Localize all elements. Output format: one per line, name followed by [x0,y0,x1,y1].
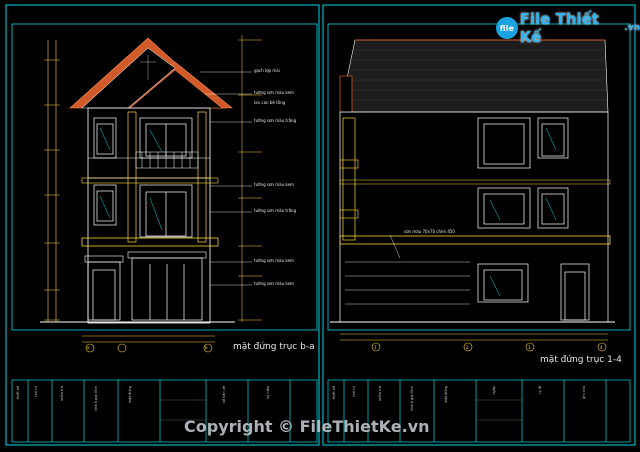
annotation: tường sơn màu trắng [254,118,297,123]
annotation: lan can bê tông [254,100,286,105]
left-sheet-title: mặt đứng trục b-a [233,342,315,352]
filethietke-logo: file File Thiết Kế .vn [496,10,640,46]
annotation: gạch lợp mái [254,68,280,73]
grid-axis-label: 2 [466,345,469,350]
title-block-cell: số bản vẽ [222,386,226,403]
logo-text: File Thiết Kế [519,10,599,46]
cad-viewport[interactable]: file File Thiết Kế .vn gạch lợp mái tườn… [0,0,640,452]
drawing-canvas [5,4,636,446]
title-block-cell: tỷ lệ [538,386,542,394]
title-block-cell: ngày [492,386,496,395]
annotation: tường sơn màu kem [254,182,294,187]
grid-axis-label: 1 [374,345,377,350]
logo-icon: file [496,17,518,39]
title-block-cell: chủ trì [34,386,38,398]
annotation: tường sơn màu trắng [254,208,297,213]
right-sheet-title: mặt đứng trục 1-4 [540,355,622,365]
title-block-cell: nhà ở gia đình [410,386,414,412]
title-block-cell: kiểm tra [60,386,64,401]
annotation: sơn màu 70x70 chìm 450 [404,229,455,234]
title-block-cell: thiết kế [332,386,336,400]
grid-axis-label: a [87,345,90,350]
title-block-cell: mặt đứng [444,386,448,403]
grid-axis-label: 4 [600,345,603,350]
title-block-cell: ghi chú [582,386,586,399]
copyright-watermark: Copyright © FileThietKe.vn [184,417,430,436]
title-block-cell: thiết kế [16,386,20,400]
grid-axis-label: 3 [528,345,531,350]
annotation: tường sơn màu kem [254,90,294,95]
title-block-cell: kiểm tra [378,386,382,401]
title-block-cell: chủ trì [352,386,356,398]
grid-axis-label: b [205,345,208,350]
title-block-cell: mặt đứng [128,386,132,403]
logo-suffix: .vn [624,23,640,33]
annotation: tường sơn màu kem [254,281,294,286]
annotation: tường sơn màu kem [254,258,294,263]
title-block-cell: ký hiệu [266,386,270,399]
title-block-cell: nhà ở gia đình [94,386,98,412]
